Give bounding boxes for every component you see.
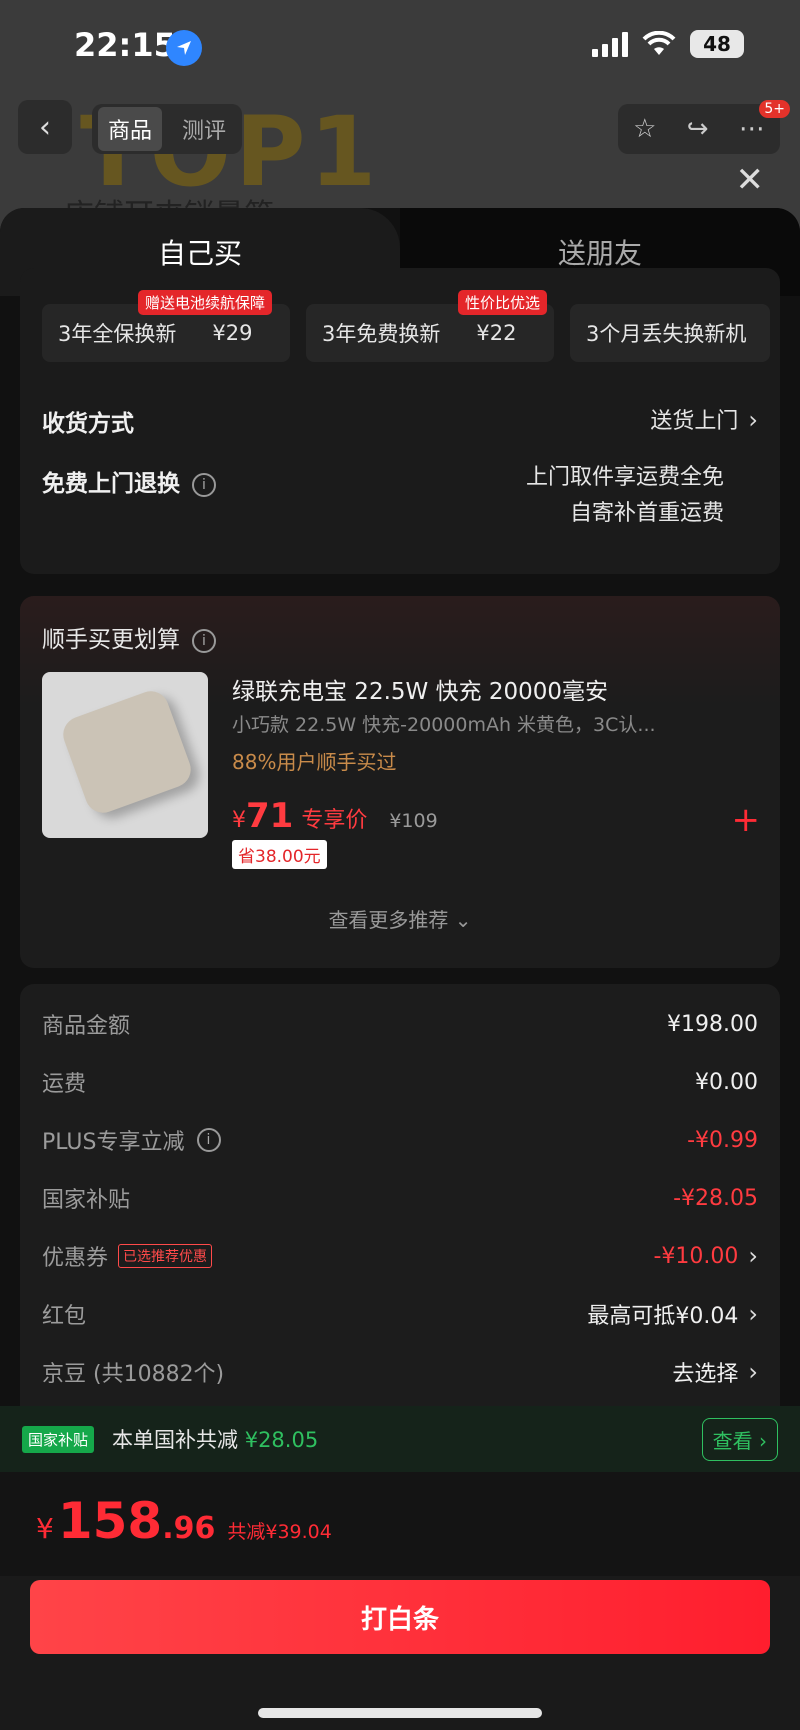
- summary-label: 红包: [42, 1304, 87, 1329]
- summary-value: ¥198.00: [667, 1011, 758, 1037]
- service-name: 3年免费换新: [322, 322, 441, 346]
- total-bar: ¥ 158 .96 共减¥39.04: [0, 1472, 800, 1576]
- returns-value: 上门取件享运费全免 自寄补首重运费: [526, 460, 724, 532]
- product-thumbnail[interactable]: [42, 672, 208, 838]
- summary-label: 京豆 (共10882个): [42, 1362, 225, 1387]
- summary-row: 国家补贴 -¥28.05: [42, 1178, 758, 1218]
- pay-area: 打白条: [0, 1576, 800, 1730]
- chevron-right-icon: ›: [748, 1242, 758, 1270]
- price-value: 71: [246, 796, 294, 836]
- service-card: 赠送电池续航保障 3年全保换新 ¥29 性价比优选 3年免费换新 ¥22 3个月…: [20, 268, 780, 574]
- summary-row: 运费 ¥0.00: [42, 1062, 758, 1102]
- nav-tabs: 商品 测评: [92, 104, 243, 154]
- coupon-row[interactable]: 优惠券 已选推荐优惠 -¥10.00 ›: [42, 1236, 758, 1276]
- service-option[interactable]: 性价比优选 3年免费换新 ¥22: [306, 290, 554, 362]
- info-icon[interactable]: i: [196, 1128, 221, 1152]
- coupon-tag: 已选推荐优惠: [118, 1244, 213, 1268]
- info-icon[interactable]: i: [192, 628, 216, 653]
- summary-value: 去选择 ›: [672, 1358, 758, 1387]
- star-icon[interactable]: ☆: [633, 114, 656, 144]
- product-price: ¥71 专享价 ¥109: [232, 796, 438, 836]
- returns-line-2: 自寄补首重运费: [569, 501, 724, 526]
- service-price: ¥29: [212, 321, 253, 345]
- total-int: 158: [57, 1492, 163, 1550]
- status-time: 22:15: [74, 26, 176, 64]
- service-option[interactable]: 赠送电池续航保障 3年全保换新 ¥29: [42, 290, 290, 362]
- price-symbol: ¥: [232, 808, 246, 833]
- summary-label: 商品金额: [42, 1014, 131, 1039]
- info-icon[interactable]: i: [192, 472, 216, 497]
- summary-value: ¥0.00: [695, 1069, 758, 1095]
- summary-value: -¥28.05: [673, 1185, 758, 1211]
- delivery-label: 收货方式: [42, 411, 134, 437]
- jingdou-row[interactable]: 京豆 (共10882个) 去选择 ›: [42, 1352, 758, 1392]
- summary-label: 运费: [42, 1072, 87, 1097]
- summary-label: 优惠券 已选推荐优惠: [42, 1240, 213, 1272]
- chevron-down-icon: ⌄: [454, 908, 472, 932]
- service-tag: 赠送电池续航保障: [138, 290, 273, 315]
- nav-actions: ☆ ↪ ⋯: [618, 104, 780, 154]
- delivery-row[interactable]: 收货方式 送货上门 ›: [42, 402, 758, 440]
- summary-row: 商品金额 ¥198.00: [42, 1004, 758, 1044]
- add-icon[interactable]: +: [732, 800, 761, 840]
- product-spec: 小巧款 22.5W 快充-20000mAh 米黄色，3C认...: [232, 714, 656, 736]
- summary-value: -¥0.99: [687, 1127, 758, 1153]
- summary-row: PLUS专享立减 i -¥0.99: [42, 1120, 758, 1160]
- returns-row: 免费上门退换 i 上门取件享运费全免 自寄补首重运费: [42, 460, 758, 532]
- addon-card: 顺手买更划算 i 绿联充电宝 22.5W 快充 20000毫安 小巧款 22.5W…: [20, 596, 780, 968]
- summary-value: 最高可抵¥0.04 ›: [587, 1300, 758, 1329]
- tab-product[interactable]: 商品: [98, 107, 163, 151]
- chevron-right-icon: ›: [748, 1300, 758, 1328]
- price-label: 专享价: [301, 808, 368, 833]
- service-options: 赠送电池续航保障 3年全保换新 ¥29 性价比优选 3年免费换新 ¥22 3个月…: [20, 268, 780, 378]
- returns-line-1: 上门取件享运费全免: [525, 465, 724, 490]
- summary-label: 国家补贴: [42, 1188, 131, 1213]
- price-summary-card: 商品金额 ¥198.00 运费 ¥0.00 PLUS专享立减 i -¥0.99 国…: [20, 984, 780, 1454]
- subsidy-amount: ¥28.05: [244, 1428, 319, 1452]
- service-tag: 性价比优选: [458, 290, 548, 315]
- location-icon: [166, 30, 202, 66]
- close-icon[interactable]: ✕: [736, 160, 765, 200]
- original-price: ¥109: [389, 810, 438, 832]
- service-option[interactable]: 3个月丢失换新机: [570, 304, 770, 362]
- wifi-icon: [642, 31, 676, 55]
- returns-label: 免费上门退换 i: [42, 464, 216, 498]
- tab-review[interactable]: 测评: [172, 107, 236, 151]
- chevron-left-icon: ‹: [39, 109, 51, 145]
- service-name: 3个月丢失换新机: [586, 322, 747, 346]
- more-icon[interactable]: ⋯: [739, 114, 765, 144]
- summary-label: PLUS专享立减 i: [42, 1124, 221, 1156]
- red-packet-row[interactable]: 红包 最高可抵¥0.04 ›: [42, 1294, 758, 1334]
- battery-icon: 48: [690, 30, 744, 58]
- subsidy-tag: 国家补贴: [22, 1425, 95, 1453]
- save-badge: 省38.00元: [232, 840, 327, 869]
- chevron-right-icon: ›: [748, 1358, 758, 1386]
- message-badge: 5+: [759, 100, 790, 118]
- total-discount: 共减¥39.04: [227, 1521, 332, 1543]
- subsidy-text: 本单国补共减 ¥28.05: [112, 1428, 319, 1452]
- total-decimal: .96: [162, 1511, 216, 1546]
- service-name: 3年全保换新: [58, 322, 177, 346]
- status-indicators: 48: [592, 30, 744, 58]
- subsidy-bar: 国家补贴 本单国补共减 ¥28.05 查看 ›: [0, 1406, 800, 1472]
- pay-button[interactable]: 打白条: [30, 1580, 770, 1654]
- more-recommendations-link[interactable]: 查看更多推荐 ⌄: [20, 904, 780, 933]
- signal-icon: [592, 31, 628, 57]
- subsidy-view-button[interactable]: 查看 ›: [701, 1418, 778, 1461]
- total-yen: ¥: [36, 1512, 54, 1545]
- service-price: ¥22: [476, 321, 517, 345]
- delivery-value: 送货上门 ›: [650, 406, 758, 434]
- back-button[interactable]: ‹: [18, 100, 72, 154]
- home-indicator: [258, 1708, 542, 1718]
- product-bought-ratio: 88%用户顺手买过: [232, 750, 397, 774]
- share-icon[interactable]: ↪: [687, 114, 709, 144]
- product-name[interactable]: 绿联充电宝 22.5W 快充 20000毫安: [232, 672, 608, 706]
- chevron-right-icon: ›: [748, 406, 758, 434]
- purchase-sheet: 自己买 送朋友 赠送电池续航保障 3年全保换新 ¥29 性价比优选 3年免费换新…: [0, 208, 800, 1730]
- total-price: ¥ 158 .96 共减¥39.04: [36, 1492, 332, 1550]
- power-bank-image: [58, 686, 196, 818]
- summary-value: -¥10.00 ›: [653, 1242, 758, 1270]
- addon-title: 顺手买更划算 i: [42, 620, 216, 654]
